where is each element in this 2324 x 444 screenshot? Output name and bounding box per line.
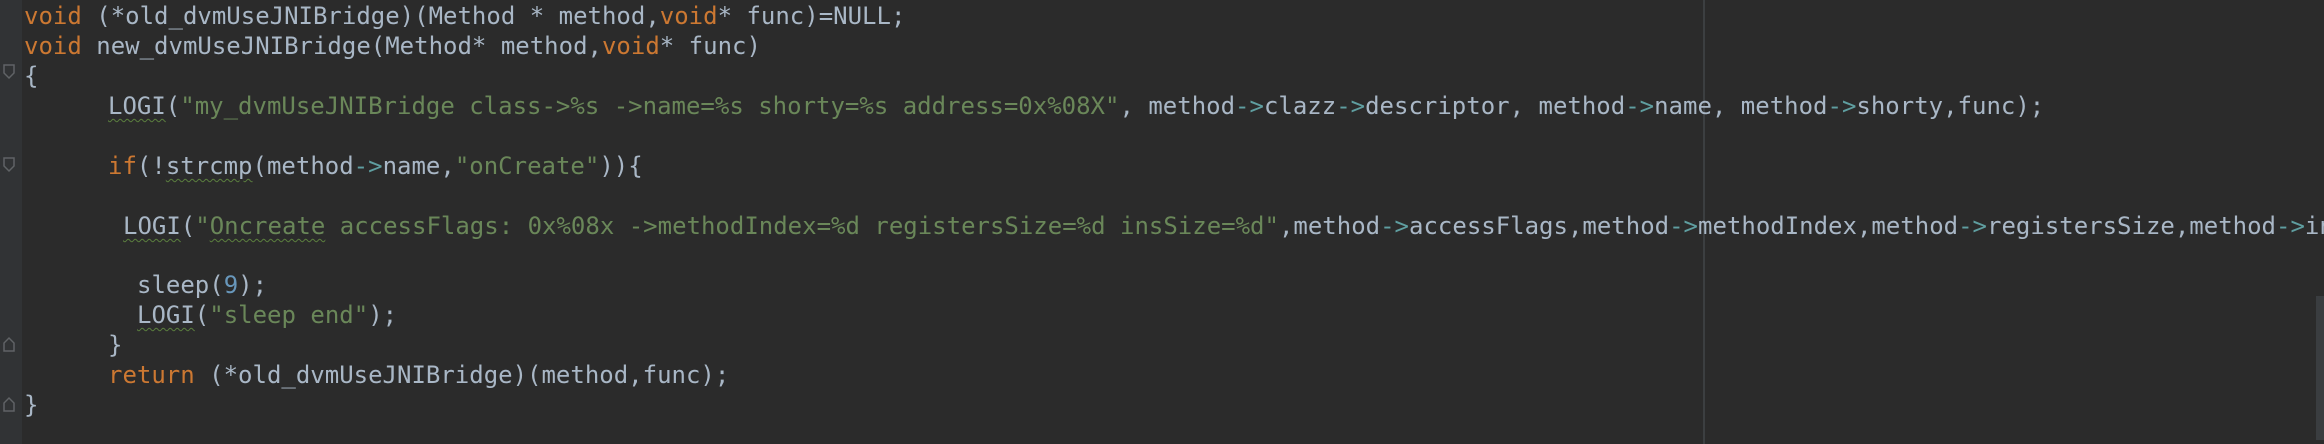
keyword: return [108, 361, 195, 389]
code-text: name, method [1654, 92, 1828, 120]
code-text: ); [368, 301, 398, 329]
code-text: )){ [599, 152, 643, 180]
code-text: methodIndex,method [1698, 212, 1959, 240]
code-text: ( [180, 212, 196, 240]
code-text: ( [165, 92, 181, 120]
code-text: { [24, 62, 39, 90]
keyword: void [601, 32, 660, 60]
code-text: name, [382, 152, 455, 180]
code-line-5: if(!strcmp(method->name,"onCreate")){ [108, 151, 643, 181]
keyword: if [108, 152, 137, 180]
code-text: } [108, 331, 123, 359]
number-literal: 9 [223, 271, 239, 299]
code-line-9: } [108, 330, 122, 360]
code-line-4: LOGI("my_dvmUseJNIBridge class->%s ->nam… [108, 91, 2044, 121]
vertical-scrollbar-thumb[interactable] [2316, 296, 2324, 440]
code-text: (! [136, 152, 166, 180]
code-text: registersSize,method [1987, 212, 2276, 240]
fold-close-icon[interactable] [2, 336, 16, 352]
arrow-operator: -> [1827, 92, 1857, 120]
arrow-operator: -> [1336, 92, 1366, 120]
code-text: clazz [1263, 92, 1337, 120]
code-text: new_dvmUseJNIBridge(Method* method, [81, 32, 602, 60]
code-text: (*old_dvmUseJNIBridge)(Method * method, [81, 2, 660, 30]
arrow-operator: -> [2276, 212, 2305, 240]
code-text: ( [194, 301, 210, 329]
code-text: descriptor, method [1365, 92, 1626, 120]
code-text: * func)=NULL; [717, 2, 906, 30]
code-text: ,method [1278, 212, 1381, 240]
code-line-7: sleep(9); [137, 270, 267, 300]
code-line-2: void new_dvmUseJNIBridge(Method* method,… [24, 31, 761, 61]
code-text: ); [238, 271, 268, 299]
code-line-1: void (*old_dvmUseJNIBridge)(Method * met… [24, 1, 905, 31]
arrow-operator: -> [1669, 212, 1699, 240]
arrow-operator: -> [1235, 92, 1264, 120]
string-literal: accessFlags: 0x%08x ->methodIndex=%d reg… [325, 212, 1279, 240]
code-text: accessFlags,method [1409, 212, 1670, 240]
function-name: LOGI [137, 301, 195, 329]
arrow-operator: -> [1625, 92, 1655, 120]
arrow-operator: -> [1958, 212, 1988, 240]
fold-open-icon[interactable] [2, 157, 16, 173]
arrow-operator: -> [1380, 212, 1410, 240]
code-text: shorty,func); [1856, 92, 2045, 120]
string-literal: " [195, 212, 210, 240]
string-literal-typo: Oncreate [209, 212, 326, 240]
keyword: void [24, 2, 82, 30]
keyword: void [659, 2, 718, 30]
function-name: LOGI [123, 212, 181, 240]
string-literal: "onCreate" [454, 152, 600, 180]
function-name: strcmp [165, 152, 253, 180]
string-literal: "my_dvmUseJNIBridge class->%s ->name=%s … [180, 92, 1120, 120]
keyword: void [24, 32, 82, 60]
code-text: sleep( [137, 271, 224, 299]
function-name: LOGI [108, 92, 166, 120]
code-line-11: } [24, 390, 38, 420]
code-line-10: return (*old_dvmUseJNIBridge)(method,fun… [108, 360, 729, 390]
code-line-6: LOGI("Oncreate accessFlags: 0x%08x ->met… [123, 211, 2324, 241]
code-text: (*old_dvmUseJNIBridge)(method,func); [194, 361, 730, 389]
code-text: } [24, 391, 39, 419]
code-line-3: { [24, 61, 38, 91]
string-literal: "sleep end" [209, 301, 369, 329]
code-line-8: LOGI("sleep end"); [137, 300, 397, 330]
code-text: , method [1119, 92, 1236, 120]
code-text: * func) [659, 32, 761, 60]
code-text: (method [252, 152, 354, 180]
arrow-operator: -> [353, 152, 383, 180]
code-text: insSize [2304, 212, 2324, 240]
fold-close-icon[interactable] [2, 396, 16, 412]
fold-open-icon[interactable] [2, 64, 16, 80]
